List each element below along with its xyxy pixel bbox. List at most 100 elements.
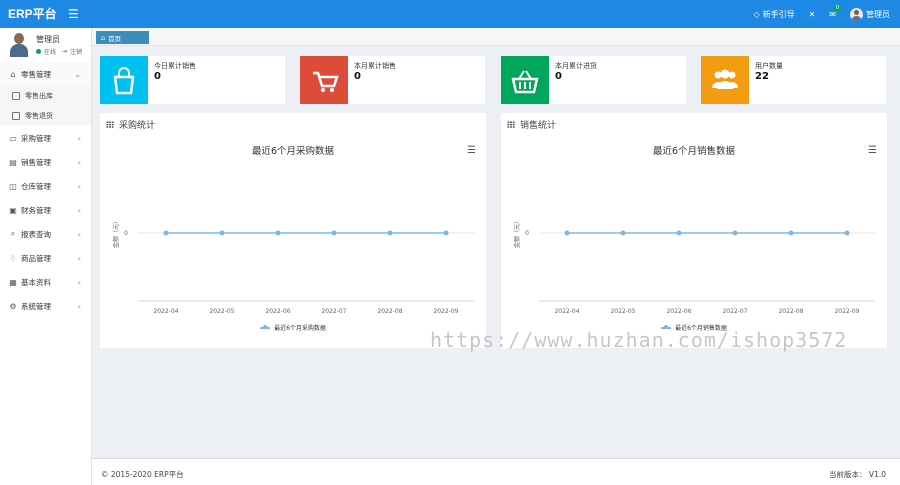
- chart-menu-icon[interactable]: ☰: [467, 145, 476, 156]
- x-tick-label: 2022-06: [666, 308, 691, 315]
- sidebar-item-label: 系统管理: [21, 301, 51, 311]
- sidebar-subitem-label: 零售退货: [25, 112, 53, 120]
- sidebar-item-purchase[interactable]: ▭ 采购管理 ‹: [0, 126, 91, 150]
- grid-icon: [507, 121, 515, 128]
- guide-label: 新手引导: [762, 9, 795, 19]
- user-panel-name: 管理员: [36, 35, 60, 44]
- x-tick-label: 2022-07: [321, 308, 346, 315]
- sidebar-item-basic-data[interactable]: ▦ 基本资料 ‹: [0, 270, 91, 294]
- home-icon: ⌂: [101, 33, 106, 42]
- fullscreen-button[interactable]: ✕: [809, 10, 816, 19]
- panel-title: 采购统计: [119, 121, 156, 131]
- sidebar-subitem-retail-return[interactable]: 零售退货: [0, 106, 91, 126]
- user-name: 管理员: [866, 9, 890, 19]
- logout-link[interactable]: 注销: [70, 47, 82, 56]
- doc-icon: [12, 112, 20, 120]
- sidebar-subitem-retail-out[interactable]: 零售出库: [0, 86, 91, 106]
- x-tick-label: 2022-09: [834, 308, 859, 315]
- sidebar-item-system[interactable]: ⚙ 系统管理 ‹: [0, 294, 91, 318]
- data-point: [219, 230, 225, 236]
- version: 当前版本： V1.0: [829, 470, 886, 479]
- info-box-icon: [100, 56, 148, 104]
- store-icon: ⌂: [10, 69, 16, 79]
- chart-title: 最近6个月采购数据: [251, 146, 335, 157]
- footer: © 2015-2020 ERP平台 当前版本： V1.0: [92, 458, 900, 485]
- user-panel: 管理员 在线 ⇥ 注销: [0, 28, 91, 62]
- sidebar-item-warehouse[interactable]: ◫ 仓库管理 ‹: [0, 174, 91, 198]
- online-dot-icon: [36, 49, 41, 54]
- y-tick-label: 0: [124, 230, 128, 237]
- sidebar-item-label: 报表查询: [21, 229, 51, 239]
- mail-button[interactable]: ✉ 0: [829, 4, 841, 19]
- x-tick-label: 2022-04: [153, 308, 178, 315]
- chevron-left-icon: ‹: [77, 277, 81, 287]
- info-box-value: 0: [154, 71, 161, 82]
- sidebar-item-label: 财务管理: [21, 205, 51, 215]
- top-navbar: ERP平台 ☰ ◇ 新手引导 ✕ ✉ 0 管理员: [0, 0, 900, 28]
- x-tick-label: 2022-05: [209, 308, 234, 315]
- data-point: [443, 230, 449, 236]
- x-tick-label: 2022-08: [377, 308, 402, 315]
- purchase-chart-panel: 0 金额（元） 2022-04 2022-05 2022-06 2022-07 2022-0…: [100, 113, 486, 348]
- chevron-down-icon: ⌄: [74, 69, 81, 79]
- chevron-left-icon: ‹: [77, 229, 81, 239]
- sidebar-item-reports[interactable]: ⌕ 报表查询 ‹: [0, 222, 91, 246]
- info-box-label: 用户数量: [755, 62, 783, 70]
- chevron-left-icon: ‹: [77, 157, 81, 167]
- user-menu[interactable]: 管理员: [850, 7, 890, 21]
- users-icon: [712, 69, 738, 89]
- data-point: [620, 230, 626, 236]
- chevron-left-icon: ‹: [77, 205, 81, 215]
- diamond-icon: ◇: [753, 9, 760, 19]
- grid-icon: [106, 121, 114, 128]
- tab-bar: ⌂ 首页: [92, 28, 900, 46]
- info-box-value: 0: [354, 71, 361, 82]
- online-status: 在线: [44, 49, 57, 56]
- gear-icon: ⚙: [9, 301, 17, 311]
- wallet-icon: ▣: [9, 205, 17, 215]
- search-icon: ⌕: [10, 229, 16, 238]
- tab-home[interactable]: ⌂ 首页: [96, 31, 149, 44]
- info-box-icon: [701, 56, 749, 104]
- sidebar-item-products[interactable]: ♢ 商品管理 ‹: [0, 246, 91, 270]
- x-tick-label: 2022-08: [778, 308, 803, 315]
- chart-legend-item[interactable]: 最近6个月采购数据: [100, 323, 486, 332]
- chevron-left-icon: ‹: [77, 133, 81, 143]
- sidebar-subitem-label: 零售出库: [25, 92, 53, 100]
- legend-label: 最近6个月采购数据: [274, 325, 326, 332]
- x-tick-label: 2022-04: [554, 308, 579, 315]
- doc-icon: [12, 92, 20, 100]
- x-tick-label: 2022-09: [433, 308, 458, 315]
- data-point: [163, 230, 169, 236]
- brand-logo[interactable]: ERP平台: [8, 0, 57, 28]
- shopping-basket-icon: [511, 70, 539, 94]
- sidebar: 管理员 在线 ⇥ 注销 ⌂ 零售管理 ⌄ 零售出库 零售退货 ▭ 采购管理 ‹ …: [0, 28, 92, 485]
- info-box-today-sales: 今日累计销售 0: [100, 56, 285, 104]
- info-box-label: 本月累计销售: [354, 62, 396, 70]
- sidebar-item-finance[interactable]: ▣ 财务管理 ‹: [0, 198, 91, 222]
- info-box-label: 本月累计进货: [555, 62, 597, 70]
- x-tick-label: 2022-06: [265, 308, 290, 315]
- sidebar-item-sales[interactable]: ▤ 销售管理 ‹: [0, 150, 91, 174]
- data-point: [844, 230, 850, 236]
- y-axis-label: 金额（元）: [112, 218, 120, 248]
- watermark: https://www.huzhan.com/ishop3572: [430, 328, 848, 352]
- chart-menu-icon[interactable]: ☰: [868, 145, 877, 156]
- info-box-value: 0: [555, 71, 562, 82]
- info-box-value: 22: [755, 71, 769, 82]
- sidebar-item-label: 基本资料: [21, 277, 51, 287]
- tab-home-label: 首页: [108, 34, 122, 43]
- chevron-left-icon: ‹: [77, 253, 81, 263]
- sidebar-toggle-icon[interactable]: ☰: [68, 7, 79, 21]
- y-tick-label: 0: [525, 230, 529, 237]
- x-tick-label: 2022-05: [610, 308, 635, 315]
- sidebar-item-label: 仓库管理: [21, 181, 51, 191]
- data-point: [275, 230, 281, 236]
- data-point: [564, 230, 570, 236]
- guide-link[interactable]: ◇ 新手引导: [753, 9, 794, 20]
- avatar: [9, 32, 29, 57]
- chat-icon: ▭: [9, 133, 17, 143]
- sidebar-item-retail[interactable]: ⌂ 零售管理 ⌄: [0, 62, 91, 86]
- y-axis-label: 金额（元）: [513, 218, 521, 248]
- info-box-month-purchase: 本月累计进货 0: [501, 56, 686, 104]
